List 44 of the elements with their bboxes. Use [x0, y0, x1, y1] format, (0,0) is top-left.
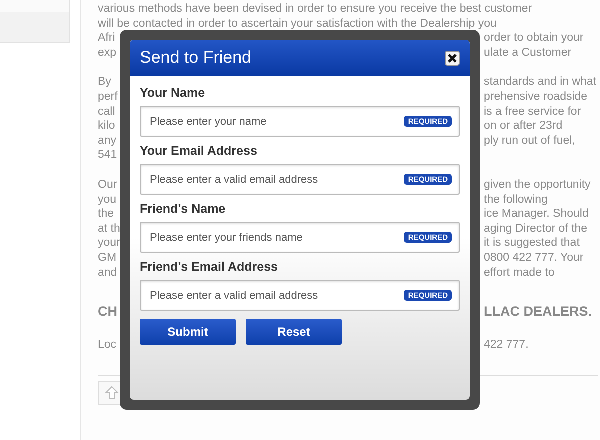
- field-label: Friend's Name: [140, 202, 226, 216]
- submit-button[interactable]: Submit: [140, 319, 236, 345]
- field-label: Your Name: [140, 86, 206, 100]
- paragraph-line: standards and in what: [484, 76, 597, 88]
- close-icon[interactable]: [445, 50, 460, 66]
- paragraph-line: perf: [98, 90, 118, 103]
- paragraph-line: ply run out of fuel,: [484, 134, 576, 147]
- paragraph-line: your: [98, 237, 120, 250]
- paragraph-line: the following: [484, 194, 548, 206]
- paragraph-line: effort made to: [484, 266, 555, 278]
- paragraph-line: Our: [98, 178, 118, 191]
- paragraph-line: ice Manager. Should: [484, 208, 589, 220]
- paragraph-line: order to obtain your: [484, 32, 584, 44]
- paragraph-line: Afri: [98, 32, 116, 44]
- paragraph-line: the: [98, 208, 114, 220]
- field-label: Friend's Email Address: [140, 260, 278, 274]
- section-heading: CH: [98, 304, 118, 320]
- paragraph-line: on or after 23rd: [484, 120, 563, 132]
- paragraph-line: and: [98, 266, 118, 278]
- paragraph-line: prehensive roadside: [484, 90, 588, 103]
- paragraph-line: you: [98, 194, 117, 206]
- paragraph-line: any: [98, 134, 117, 147]
- paragraph-line: By: [98, 76, 112, 88]
- paragraph-line: 422 777.: [484, 339, 529, 352]
- paragraph-line: is a free service for: [484, 106, 582, 118]
- up-arrow-icon: [105, 386, 119, 400]
- paragraph-line: kilo: [98, 120, 116, 132]
- section-heading: LLAC DEALERS.: [484, 304, 592, 320]
- dialog-title: Send to Friend: [140, 48, 252, 68]
- paragraph-line: ulate a Customer: [484, 46, 572, 59]
- paragraph-line: will be contacted in order to ascertain your satisfaction with the Dealership you: [98, 18, 497, 30]
- reset-button[interactable]: Reset: [246, 319, 342, 345]
- paragraph-line: 541: [98, 149, 118, 162]
- paragraph-line: given the opportunity: [484, 178, 591, 191]
- paragraph-line: at th: [98, 222, 120, 235]
- paragraph-line: it is suggested that: [484, 237, 580, 250]
- paragraph-line: GM: [98, 252, 117, 264]
- paragraph-line: call: [98, 106, 116, 118]
- paragraph-line: 0800 422 777. Your: [484, 252, 584, 264]
- paragraph-line: aging Director of the: [484, 222, 588, 235]
- paragraph-line: Loc: [98, 339, 117, 352]
- paragraph-line: exp: [98, 46, 117, 59]
- paragraph-line: various methods have been devised in order to ensure you receive the best customer: [98, 3, 532, 15]
- field-label: Your Email Address: [140, 144, 258, 158]
